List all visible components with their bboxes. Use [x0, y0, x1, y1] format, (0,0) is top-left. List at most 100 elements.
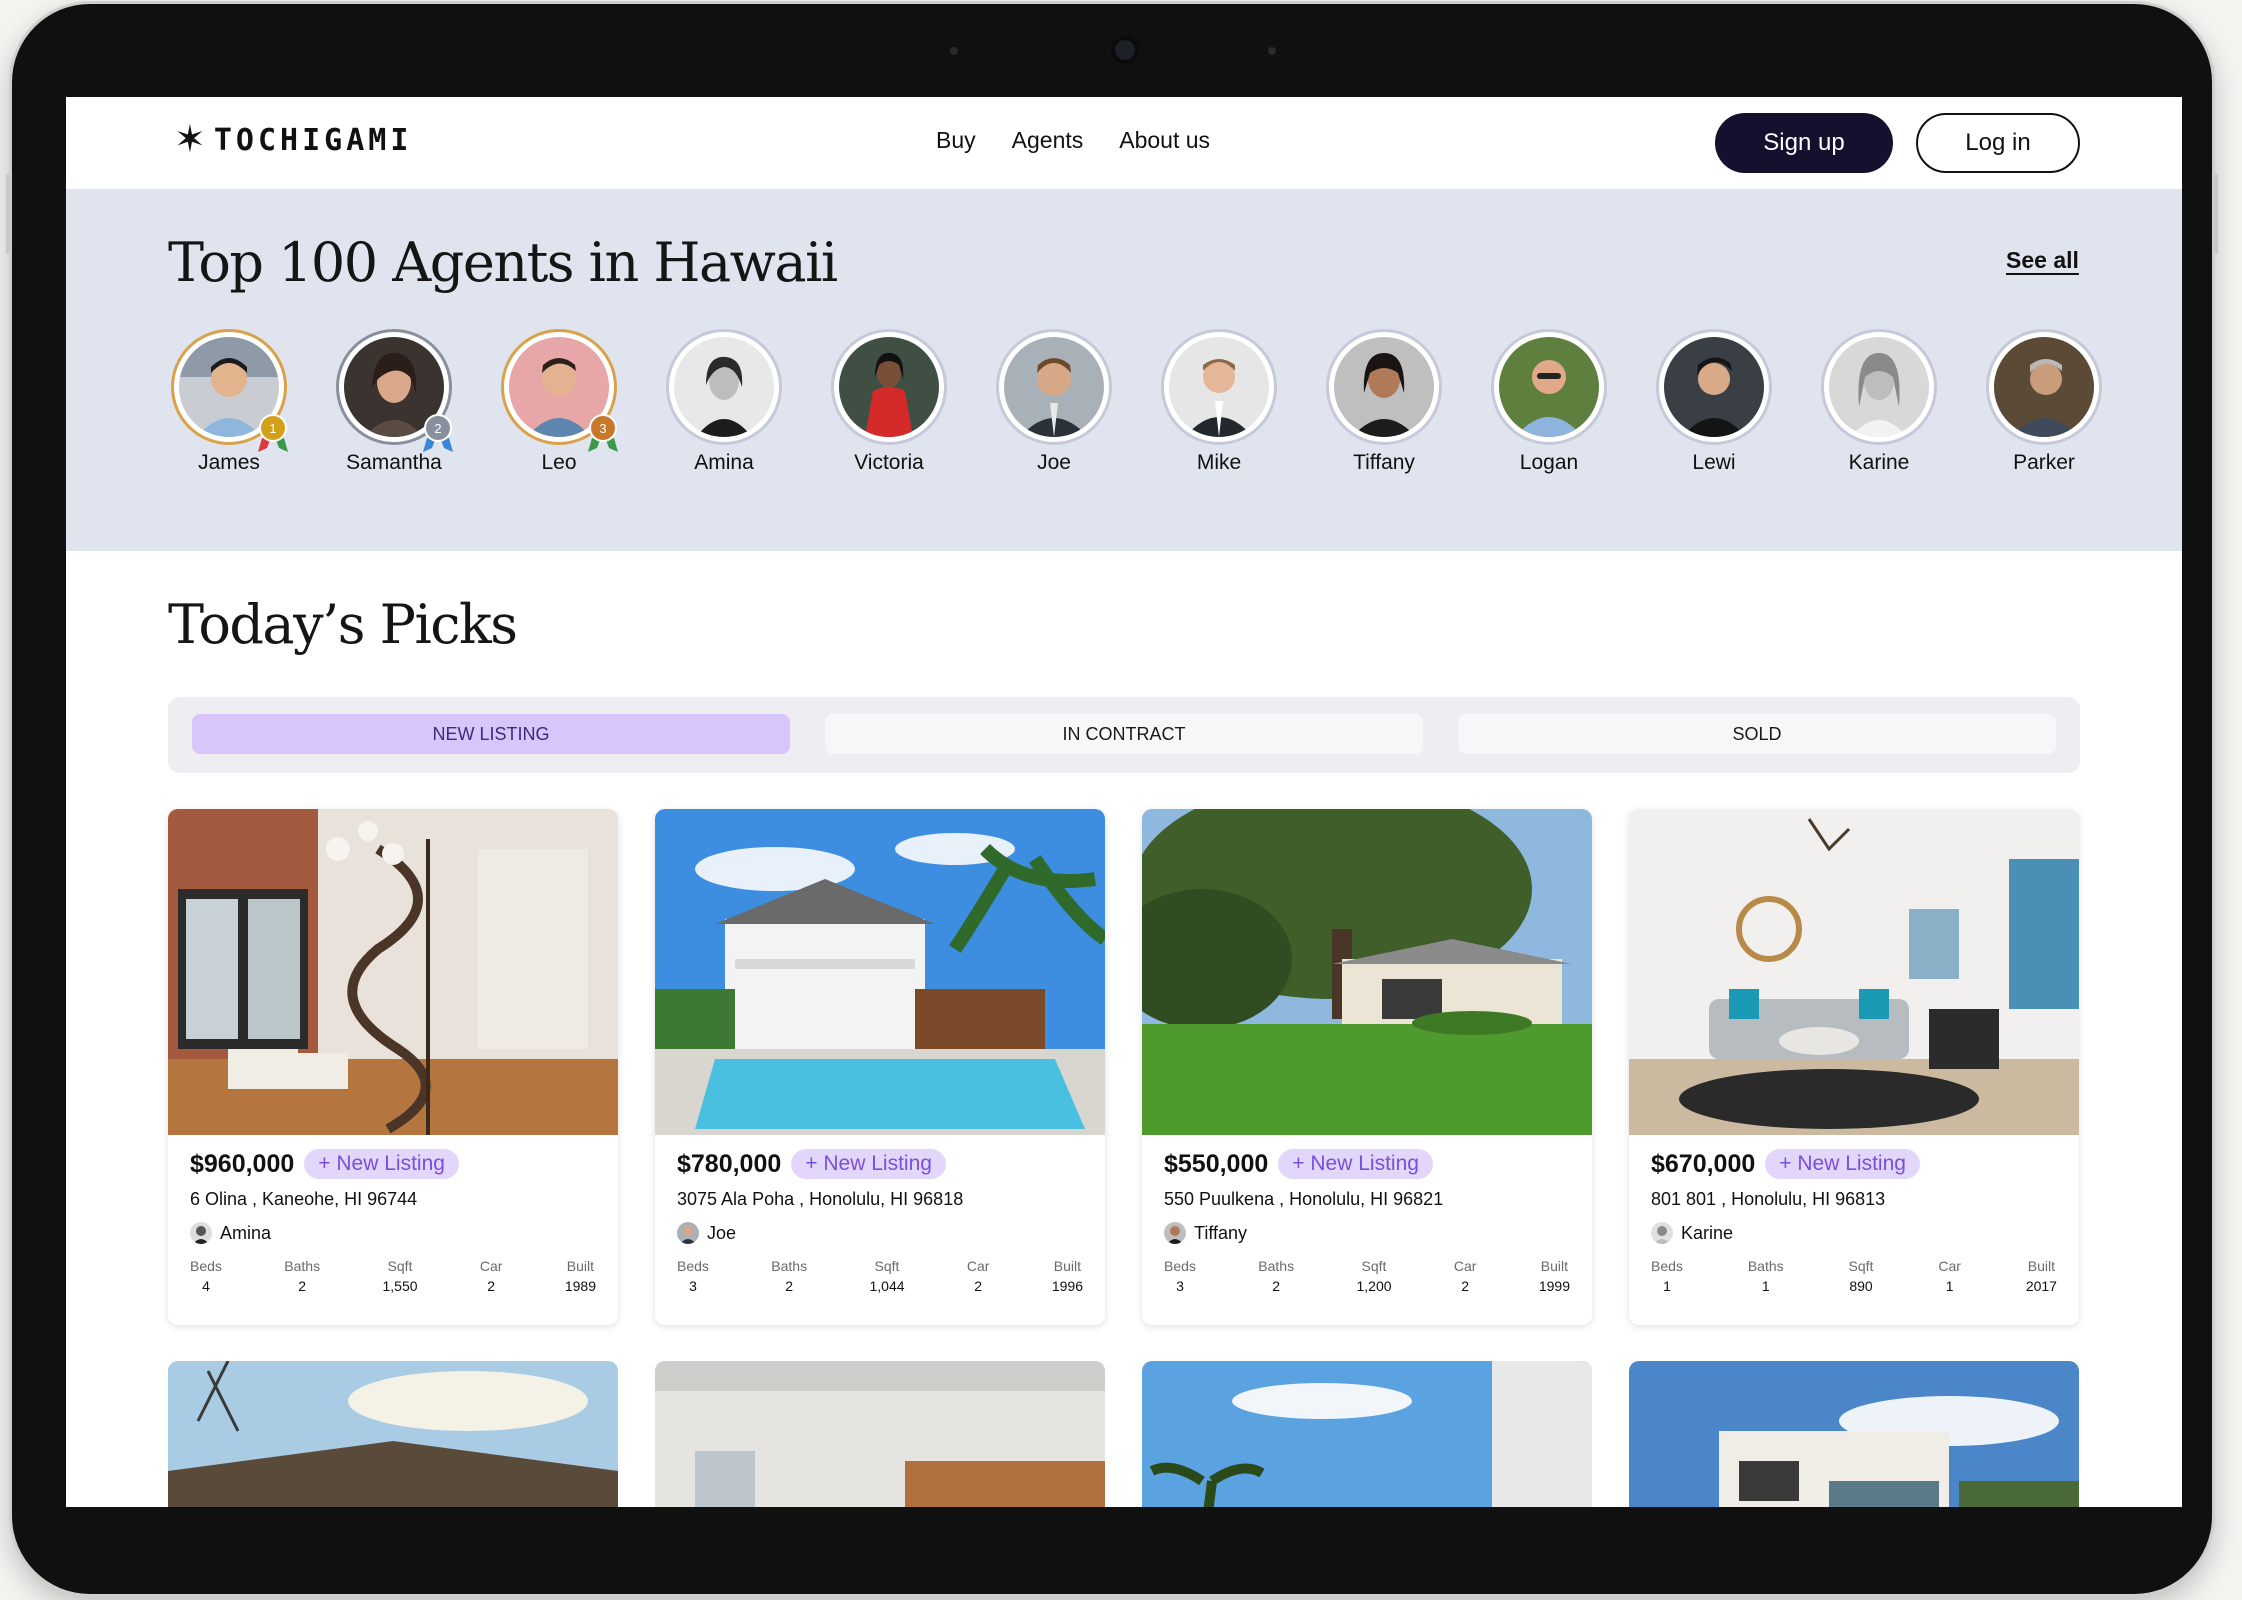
agent-avatar-ring: 2 [336, 329, 453, 452]
agent-leo[interactable]: 3 Leo [489, 329, 629, 475]
brand-logo[interactable]: ✶ TOCHIGAMI [174, 121, 412, 159]
nav-link-agents[interactable]: Agents [1012, 127, 1084, 154]
agent-james[interactable]: 1 James [159, 329, 299, 475]
listing-card[interactable]: $550,000 + New Listing 550 Puulkena , Ho… [1142, 809, 1592, 1325]
agent-parker[interactable]: Parker [1974, 329, 2114, 475]
listing-address: 801 801 , Honolulu, HI 96813 [1651, 1189, 1886, 1209]
listing-photo [1142, 809, 1592, 1135]
todays-picks-title: Today’s Picks [168, 593, 518, 656]
listing-card[interactable] [168, 1361, 618, 1507]
agent-victoria[interactable]: Victoria [819, 329, 959, 475]
stat-baths: Baths 2 [284, 1258, 320, 1294]
agent-amina[interactable]: Amina [654, 329, 794, 475]
listing-card[interactable]: $670,000 + New Listing 801 801 , Honolul… [1629, 809, 2079, 1325]
stat-label: Built [1540, 1258, 1569, 1274]
agent-name: Leo [541, 451, 577, 474]
listing-stats: Beds 3 Baths 2 Sqft 1,044 Car 2 Built 1996 [677, 1258, 1083, 1294]
avatar [1334, 337, 1434, 437]
medal-silver-icon: 2 [423, 414, 453, 452]
agent-avatar-ring [1161, 329, 1277, 445]
stat-value: 1 [1663, 1278, 1671, 1294]
agent-name: Parker [2013, 451, 2075, 474]
nav-link-about-us[interactable]: About us [1119, 127, 1210, 154]
front-sensor [1268, 47, 1276, 55]
log-in-button[interactable]: Log in [1916, 113, 2080, 173]
top-agents-section: Top 100 Agents in Hawaii See all 1 James [66, 189, 2182, 551]
avatar [1829, 337, 1929, 437]
listing-stats: Beds 1 Baths 1 Sqft 890 Car 1 Built 2017 [1651, 1258, 2057, 1294]
agent-name: Joe [1037, 451, 1071, 474]
agent-avatar-ring [1491, 329, 1607, 445]
listing-card[interactable]: $960,000 + New Listing 6 Olina , Kaneohe… [168, 809, 618, 1325]
stat-sqft: Sqft 1,550 [382, 1258, 417, 1294]
avatar [1994, 337, 2094, 437]
agent-lewi[interactable]: Lewi [1644, 329, 1784, 475]
agent-avatar-ring [1986, 329, 2102, 445]
stat-built: Built 2017 [2026, 1258, 2057, 1294]
stat-label: Beds [190, 1258, 222, 1274]
stat-label: Beds [677, 1258, 709, 1274]
agent-name: Samantha [346, 451, 442, 474]
screen: ✶ TOCHIGAMI Buy Agents About us Sign up … [66, 97, 2182, 1507]
star-burst-icon: ✶ [174, 119, 206, 161]
listing-agent[interactable]: Joe [677, 1222, 1083, 1244]
avatar [1651, 1222, 1673, 1244]
agent-tiffany[interactable]: Tiffany [1314, 329, 1454, 475]
tab-in-contract[interactable]: IN CONTRACT [825, 714, 1423, 754]
tab-sold[interactable]: SOLD [1458, 714, 2056, 754]
stat-sqft: Sqft 1,200 [1356, 1258, 1391, 1294]
avatar [1164, 1222, 1186, 1244]
stat-label: Beds [1651, 1258, 1683, 1274]
stat-baths: Baths 2 [1258, 1258, 1294, 1294]
stat-value: 1 [1761, 1278, 1770, 1294]
listing-card[interactable]: $780,000 + New Listing 3075 Ala Poha , H… [655, 809, 1105, 1325]
see-all-link[interactable]: See all [2006, 247, 2079, 274]
listing-photo [1629, 1361, 2079, 1507]
listing-card[interactable] [1142, 1361, 1592, 1507]
stat-value: 2017 [2025, 1278, 2057, 1294]
agent-karine[interactable]: Karine [1809, 329, 1949, 475]
agent-logan[interactable]: Logan [1479, 329, 1619, 475]
nav-link-buy[interactable]: Buy [936, 127, 976, 154]
stat-label: Built [2027, 1258, 2056, 1274]
stat-label: Baths [1258, 1258, 1295, 1274]
new-listing-badge: + New Listing [1278, 1149, 1433, 1179]
agent-joe[interactable]: Joe [984, 329, 1124, 475]
stat-value: 2 [1461, 1278, 1470, 1294]
listing-agent[interactable]: Karine [1651, 1222, 2057, 1244]
stat-value: 2 [1272, 1278, 1281, 1294]
sign-up-button[interactable]: Sign up [1715, 113, 1893, 173]
listing-agent[interactable]: Amina [190, 1222, 596, 1244]
agent-name: Tiffany [1353, 451, 1415, 474]
listing-address: 550 Puulkena , Honolulu, HI 96821 [1164, 1189, 1444, 1209]
stat-label: Baths [771, 1258, 808, 1274]
agent-name: Victoria [854, 451, 924, 474]
listing-photo [1629, 809, 2079, 1135]
stat-value: 1,200 [1356, 1278, 1392, 1294]
agent-mike[interactable]: Mike [1149, 329, 1289, 475]
listing-price: $960,000 [190, 1149, 295, 1178]
stat-label: Built [1053, 1258, 1082, 1274]
listing-card[interactable] [1629, 1361, 2079, 1507]
listing-agent[interactable]: Tiffany [1164, 1222, 1570, 1244]
top-agents-title: Top 100 Agents in Hawaii [168, 231, 838, 294]
stat-car: Car 2 [1454, 1258, 1477, 1294]
stat-built: Built 1999 [1539, 1258, 1570, 1294]
stat-label: Beds [1164, 1258, 1196, 1274]
listing-stats: Beds 4 Baths 2 Sqft 1,550 Car 2 Built 1989 [190, 1258, 596, 1294]
stat-value: 2 [785, 1278, 794, 1294]
stat-value: 2 [974, 1278, 983, 1294]
listing-card[interactable] [655, 1361, 1105, 1507]
tablet-side-button [6, 174, 10, 254]
new-listing-badge: + New Listing [1765, 1149, 1920, 1179]
tab-new-listing[interactable]: NEW LISTING [192, 714, 790, 754]
listing-photo [655, 809, 1105, 1135]
avatar [839, 337, 939, 437]
listing-photo [655, 1361, 1105, 1507]
stat-label: Baths [1747, 1258, 1784, 1274]
medal-bronze-icon: 3 [588, 414, 618, 452]
avatar [190, 1222, 212, 1244]
agent-samantha[interactable]: 2 Samantha [324, 329, 464, 475]
new-listing-badge: + New Listing [304, 1149, 459, 1179]
new-listing-badge: + New Listing [791, 1149, 946, 1179]
